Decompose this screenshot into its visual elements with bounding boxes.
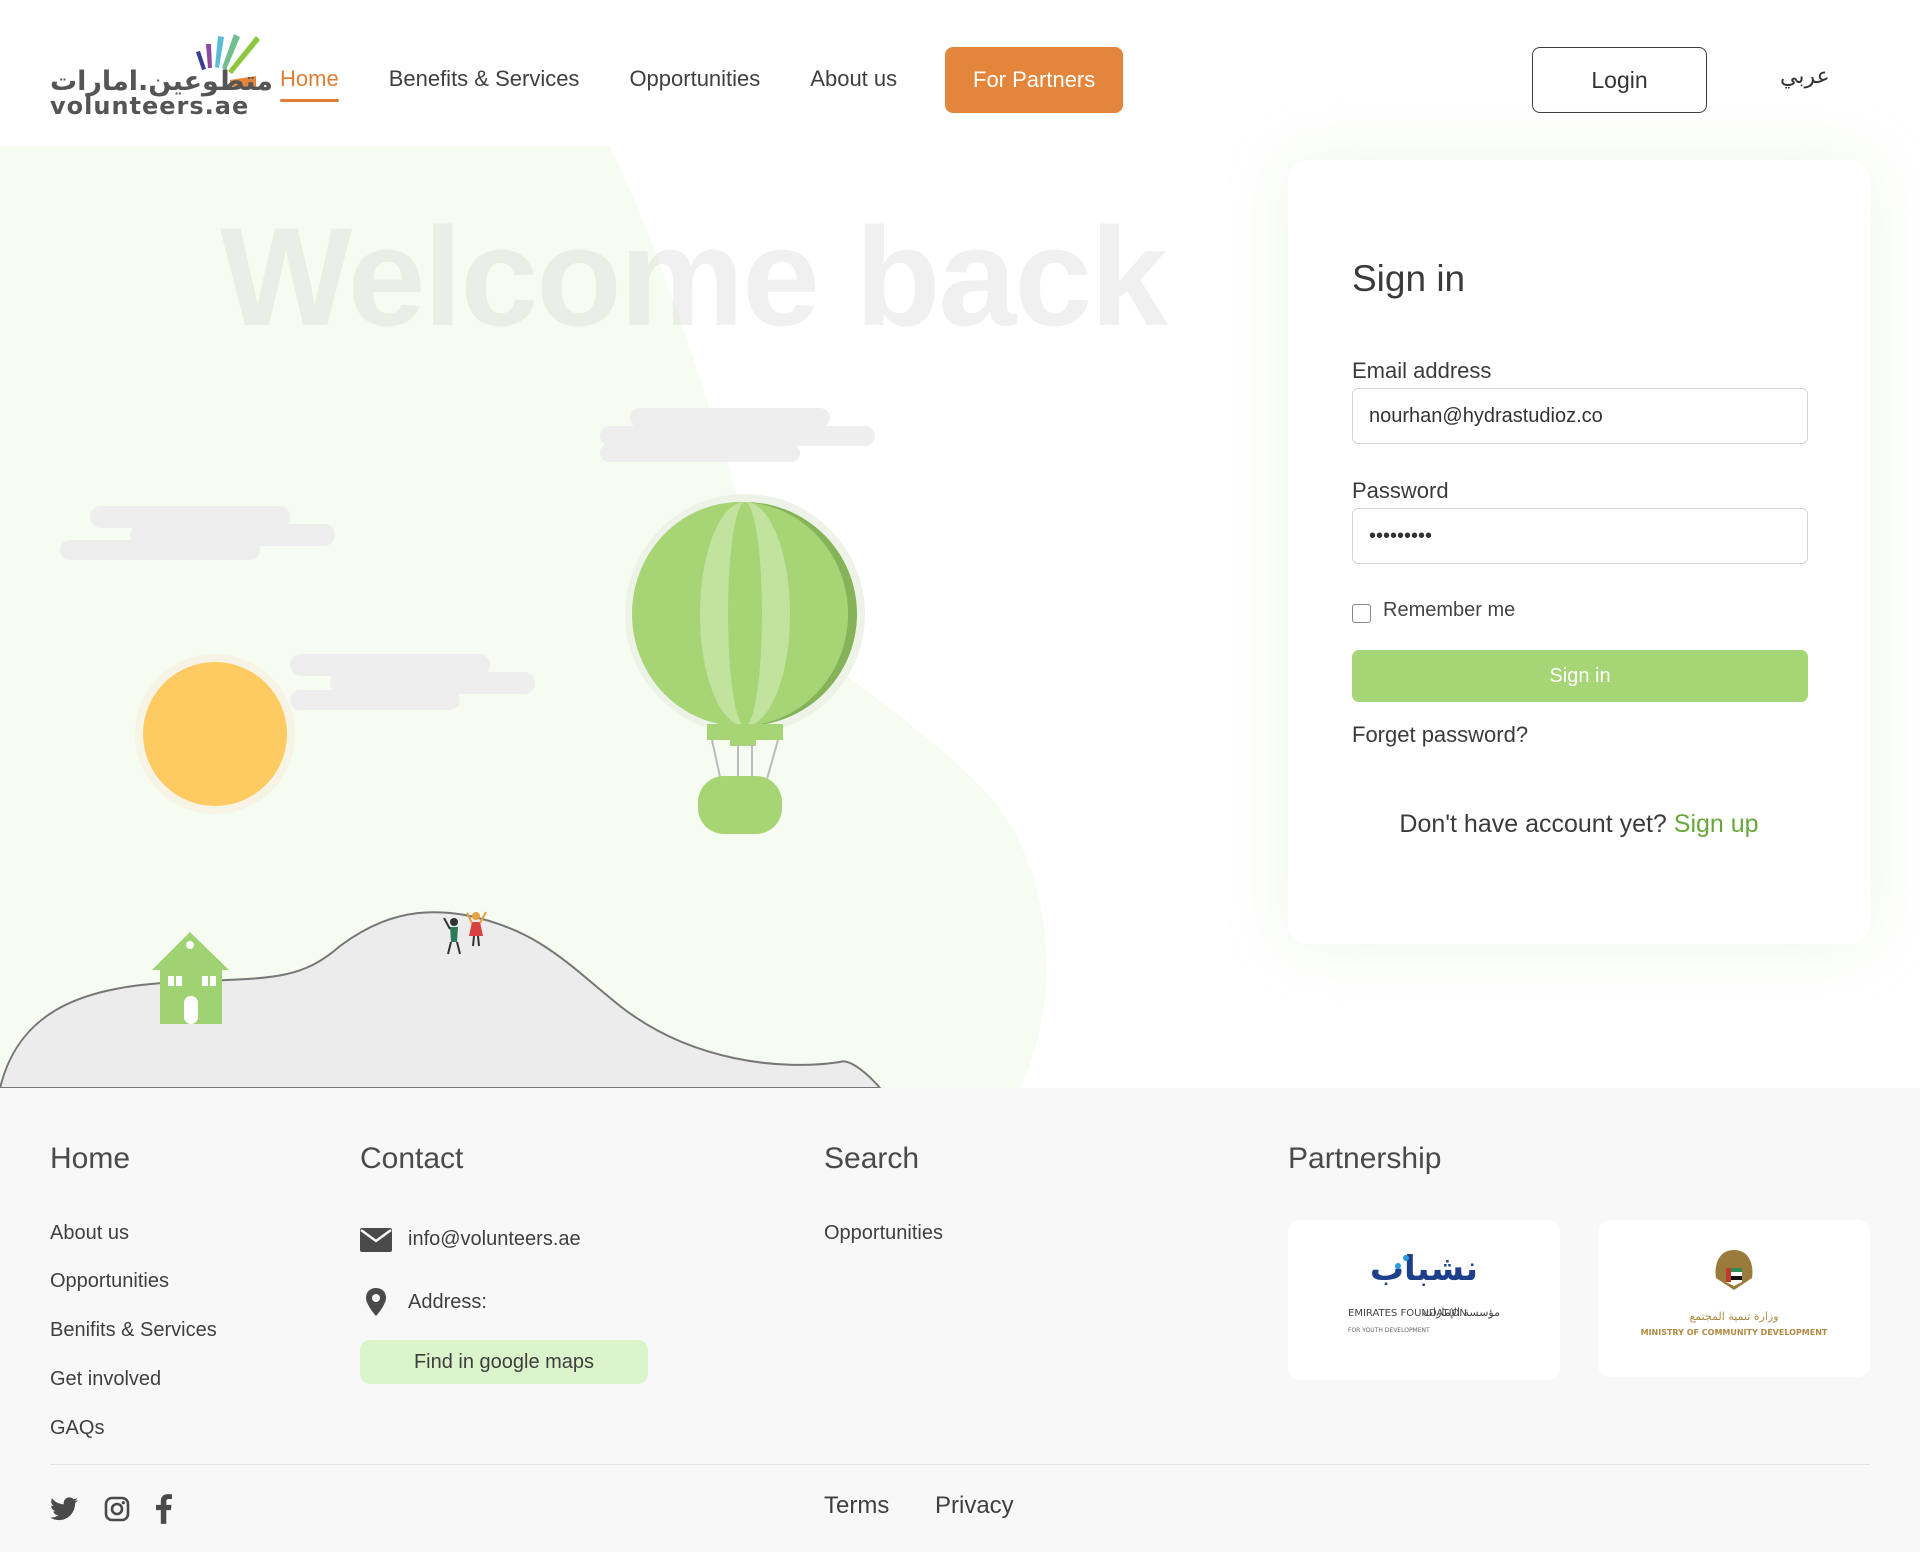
nav-home[interactable]: Home — [280, 62, 339, 102]
sun-icon — [135, 654, 295, 814]
password-input[interactable] — [1352, 508, 1808, 564]
email-input[interactable] — [1352, 388, 1808, 444]
login-button[interactable]: Login — [1532, 47, 1707, 113]
password-label: Password — [1352, 478, 1449, 503]
contact-address-label: Address: — [408, 1290, 487, 1313]
footer-home-heading: Home — [50, 1142, 131, 1175]
main-nav: Home Benefits & Services Opportunities A… — [280, 47, 1124, 113]
forgot-password-link[interactable]: Forget password? — [1352, 722, 1528, 748]
signin-card: Sign in Email address Password Remember … — [1288, 160, 1870, 944]
signup-prompt: Don't have account yet? — [1399, 810, 1667, 838]
signin-title: Sign in — [1352, 258, 1466, 299]
cloud-top-icon — [600, 408, 875, 462]
footer-search-heading: Search — [824, 1142, 920, 1175]
facebook-icon[interactable] — [156, 1494, 172, 1524]
social-links — [50, 1494, 198, 1524]
footer-link-gaqs[interactable]: GAQs — [50, 1417, 104, 1440]
twitter-icon[interactable] — [50, 1497, 78, 1521]
svg-text:MINISTRY OF COMMUNITY DEVELOPM: MINISTRY OF COMMUNITY DEVELOPMENT — [1641, 1328, 1828, 1337]
svg-text:FOR YOUTH DEVELOPMENT: FOR YOUTH DEVELOPMENT — [1348, 1327, 1430, 1334]
site-header: متطوعين.امارات volunteers.ae Home Benefi… — [0, 0, 1920, 146]
language-switch-link[interactable]: عربي — [1780, 64, 1830, 89]
signin-submit-button[interactable]: Sign in — [1352, 650, 1808, 702]
partner-emirates-foundation[interactable]: نشباب EMIRATES FOUNDATION مؤسسة الإمارات… — [1288, 1220, 1560, 1380]
for-partners-button[interactable]: For Partners — [945, 47, 1124, 113]
footer-partnership-heading: Partnership — [1288, 1142, 1442, 1175]
welcome-heading: Welcome back — [220, 198, 1168, 355]
footer-link-about-us[interactable]: About us — [50, 1222, 129, 1245]
svg-text:نشباب: نشباب — [1370, 1249, 1478, 1289]
footer-divider — [50, 1464, 1870, 1465]
footer-link-benefits-services[interactable]: Benifits & Services — [50, 1319, 217, 1342]
svg-text:وزارة تنمية المجتمع: وزارة تنمية المجتمع — [1689, 1310, 1778, 1323]
footer-link-search-opportunities[interactable]: Opportunities — [824, 1222, 943, 1245]
remember-me-label: Remember me — [1383, 599, 1516, 621]
signup-link[interactable]: Sign up — [1674, 810, 1759, 838]
terms-link[interactable]: Terms — [824, 1492, 889, 1520]
uae-emblem-icon — [1715, 1250, 1753, 1290]
contact-email-row[interactable]: info@volunteers.ae — [360, 1226, 581, 1252]
logo-latin-text: volunteers.ae — [50, 92, 250, 120]
ministry-community-development-logo: وزارة تنمية المجتمع MINISTRY OF COMMUNIT… — [1641, 1250, 1828, 1337]
signup-row: Don't have account yet? Sign up — [1288, 810, 1870, 839]
svg-text:مؤسسة الإمارات: مؤسسة الإمارات — [1423, 1306, 1500, 1319]
site-footer: Home About us Opportunities Benifits & S… — [0, 1088, 1920, 1552]
nav-opportunities[interactable]: Opportunities — [629, 62, 760, 98]
nav-benefits-services[interactable]: Benefits & Services — [389, 62, 580, 98]
footer-contact-heading: Contact — [360, 1142, 464, 1175]
email-label: Email address — [1352, 358, 1492, 383]
emirates-foundation-logo: نشباب EMIRATES FOUNDATION مؤسسة الإمارات… — [1348, 1249, 1500, 1334]
footer-link-opportunities[interactable]: Opportunities — [50, 1270, 169, 1293]
site-logo[interactable]: متطوعين.امارات volunteers.ae — [50, 30, 273, 120]
contact-address-row: Address: — [360, 1288, 487, 1316]
location-pin-icon — [366, 1288, 386, 1316]
remember-me-row: Remember me — [1352, 598, 1515, 623]
privacy-link[interactable]: Privacy — [935, 1492, 1014, 1520]
remember-me-checkbox[interactable] — [1352, 604, 1371, 623]
partner-ministry-community-development[interactable]: وزارة تنمية المجتمع MINISTRY OF COMMUNIT… — [1598, 1220, 1870, 1377]
contact-email: info@volunteers.ae — [408, 1227, 581, 1250]
google-maps-button[interactable]: Find in google maps — [360, 1340, 648, 1384]
instagram-icon[interactable] — [104, 1496, 130, 1522]
envelope-icon — [360, 1228, 392, 1252]
footer-link-get-involved[interactable]: Get involved — [50, 1368, 161, 1391]
nav-about-us[interactable]: About us — [810, 62, 897, 98]
